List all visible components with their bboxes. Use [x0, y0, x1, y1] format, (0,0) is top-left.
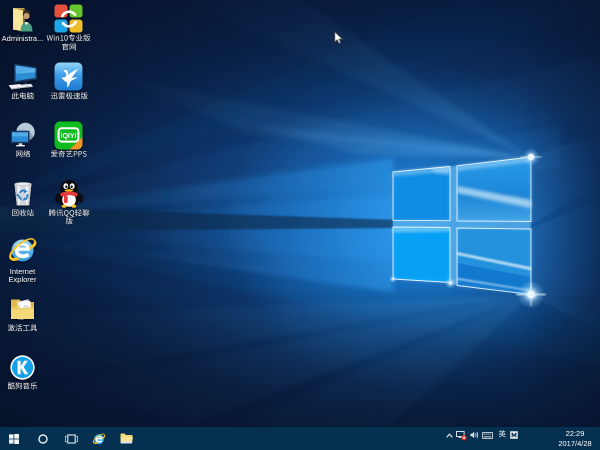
svg-text:iQIYI: iQIYI [61, 132, 77, 139]
